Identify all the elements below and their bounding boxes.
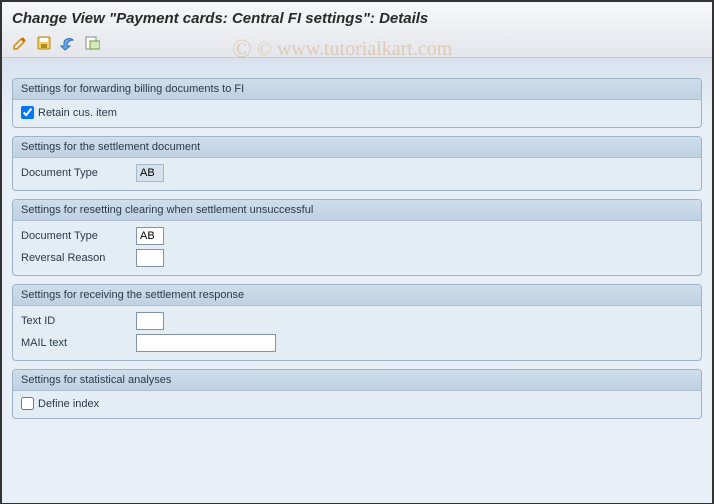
define-index-checkbox[interactable] <box>21 397 34 410</box>
reversal-reason-label: Reversal Reason <box>21 252 136 264</box>
doctype-field[interactable] <box>136 164 164 182</box>
doctype-label: Document Type <box>21 230 136 242</box>
group-settlement-doc: Settings for the settlement document Doc… <box>12 136 702 191</box>
group-header: Settings for receiving the settlement re… <box>13 285 701 306</box>
doctype-field[interactable] <box>136 227 164 245</box>
back-icon[interactable] <box>58 33 78 53</box>
content-area: Settings for forwarding billing document… <box>2 58 712 503</box>
define-index-label: Define index <box>38 398 99 410</box>
toolbar <box>2 31 712 58</box>
group-settlement-response: Settings for receiving the settlement re… <box>12 284 702 361</box>
mail-text-field[interactable] <box>136 334 276 352</box>
group-header: Settings for the settlement document <box>13 137 701 158</box>
retain-cus-item-checkbox[interactable] <box>21 106 34 119</box>
text-id-field[interactable] <box>136 312 164 330</box>
save-icon[interactable] <box>34 33 54 53</box>
group-reset-clearing: Settings for resetting clearing when set… <box>12 199 702 276</box>
group-forwarding: Settings for forwarding billing document… <box>12 78 702 128</box>
edit-icon[interactable] <box>10 33 30 53</box>
retain-cus-item-label: Retain cus. item <box>38 107 117 119</box>
reversal-reason-field[interactable] <box>136 249 164 267</box>
text-id-label: Text ID <box>21 315 136 327</box>
mail-text-label: MAIL text <box>21 337 136 349</box>
group-header: Settings for statistical analyses <box>13 370 701 391</box>
doctype-label: Document Type <box>21 167 136 179</box>
group-statistical: Settings for statistical analyses Define… <box>12 369 702 419</box>
change-icon[interactable] <box>82 33 102 53</box>
group-header: Settings for resetting clearing when set… <box>13 200 701 221</box>
window-title: Change View "Payment cards: Central FI s… <box>2 2 712 31</box>
group-header: Settings for forwarding billing document… <box>13 79 701 100</box>
